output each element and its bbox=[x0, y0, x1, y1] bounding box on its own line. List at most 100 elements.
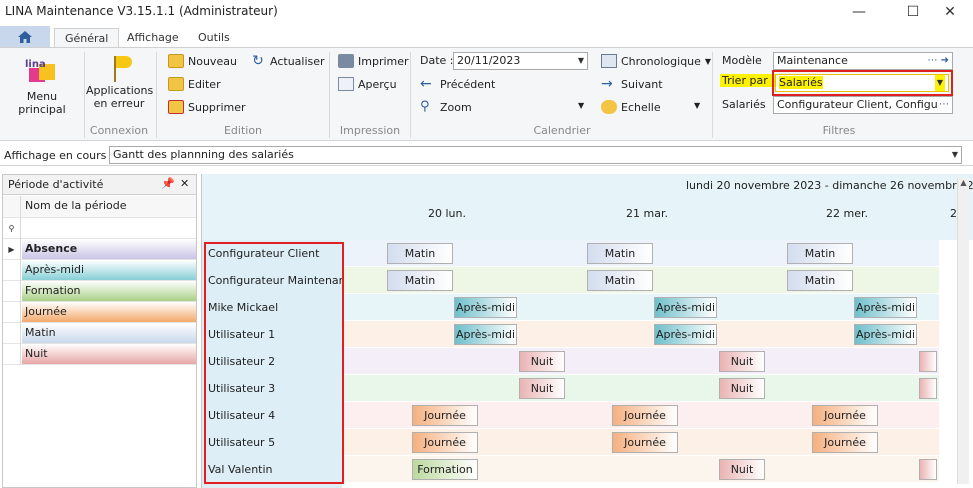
gantt-bar[interactable]: Nuit bbox=[519, 378, 565, 399]
menu-principal-button[interactable]: lina Menu principal bbox=[2, 54, 82, 116]
affichage-bar: Affichage en cours : Gantt des plannning… bbox=[0, 145, 973, 166]
vertical-scrollbar[interactable]: ▲ bbox=[957, 178, 969, 484]
row-indicator bbox=[3, 323, 21, 344]
column-header[interactable]: Nom de la période bbox=[22, 196, 196, 216]
gantt-row bbox=[342, 375, 939, 402]
gantt-bar[interactable]: Après-midi bbox=[854, 324, 917, 345]
highlight-box bbox=[772, 70, 953, 96]
tab-affichage[interactable]: Affichage bbox=[117, 28, 189, 48]
periode-label: Matin bbox=[22, 323, 196, 343]
imprimer-button[interactable]: Imprimer bbox=[338, 54, 409, 68]
group-label-calendrier: Calendrier bbox=[533, 124, 591, 137]
group-label-connexion: Connexion bbox=[89, 124, 149, 137]
nouveau-button[interactable]: Nouveau bbox=[168, 54, 237, 68]
precedent-button[interactable]: ← Précédent bbox=[420, 77, 495, 91]
periode-row[interactable]: Matin bbox=[3, 323, 196, 344]
gantt-bar[interactable]: Formation bbox=[412, 459, 478, 480]
close-button[interactable]: ✕ bbox=[927, 0, 973, 24]
edit-folder-icon bbox=[168, 77, 184, 91]
gantt-bar[interactable]: Matin bbox=[387, 243, 453, 264]
zoom-button[interactable]: ⚲ Zoom bbox=[420, 100, 472, 114]
home-button[interactable] bbox=[0, 26, 50, 48]
go-icon: ⋯ ➜ bbox=[927, 55, 949, 66]
ribbon: lina Menu principal Applications en erre… bbox=[0, 47, 973, 141]
date-label: Date : bbox=[420, 54, 454, 67]
flag-icon bbox=[104, 54, 134, 82]
date-picker[interactable]: 20/11/2023 ▼ bbox=[453, 52, 588, 70]
gantt-header: lundi 20 novembre 2023 - dimanche 26 nov… bbox=[202, 174, 973, 240]
modele-field[interactable]: Maintenance ⋯ ➜ bbox=[773, 52, 953, 70]
gantt-bar[interactable] bbox=[919, 351, 937, 372]
gantt-bar[interactable]: Journée bbox=[612, 405, 678, 426]
scale-icon bbox=[601, 100, 617, 114]
tab-gnral[interactable]: Général bbox=[54, 28, 120, 48]
gantt-bar[interactable]: Journée bbox=[812, 405, 878, 426]
calendar-icon bbox=[601, 54, 617, 68]
periode-label: Formation bbox=[22, 281, 196, 301]
panel-title: Période d'activité bbox=[8, 178, 104, 191]
gantt-bar[interactable]: Après-midi bbox=[854, 297, 917, 318]
gantt-bar[interactable]: Journée bbox=[812, 432, 878, 453]
echelle-button[interactable]: Echelle bbox=[601, 100, 661, 114]
pin-icon[interactable]: 📌 bbox=[161, 177, 175, 190]
periode-row[interactable]: Formation bbox=[3, 281, 196, 302]
gantt-chart: lundi 20 novembre 2023 - dimanche 26 nov… bbox=[201, 174, 973, 488]
gantt-bar[interactable]: Après-midi bbox=[654, 324, 717, 345]
gantt-bar[interactable]: Nuit bbox=[519, 351, 565, 372]
gantt-bar[interactable]: Après-midi bbox=[454, 297, 517, 318]
periode-row[interactable]: ▶ Absence bbox=[3, 239, 196, 260]
minimize-button[interactable]: — bbox=[836, 0, 882, 24]
salaries-field[interactable]: Configurateur Client, Configu... ⋯ bbox=[773, 96, 953, 114]
gantt-bar[interactable] bbox=[919, 459, 937, 480]
gantt-bar[interactable]: Après-midi bbox=[454, 324, 517, 345]
row-indicator bbox=[3, 344, 21, 365]
arrow-left-icon: ← bbox=[420, 76, 432, 92]
gantt-bar[interactable]: Nuit bbox=[719, 351, 765, 372]
supprimer-button[interactable]: Supprimer bbox=[168, 100, 246, 114]
window-title: LINA Maintenance V3.15.1.1 (Administrate… bbox=[5, 4, 278, 18]
gantt-row bbox=[342, 348, 939, 375]
periode-row[interactable]: Journée bbox=[3, 302, 196, 323]
day-label: 2 bbox=[950, 207, 957, 220]
row-indicator: ▶ bbox=[3, 239, 21, 260]
gantt-bar[interactable]: Nuit bbox=[719, 459, 765, 480]
gantt-bar[interactable]: Matin bbox=[587, 270, 653, 291]
modele-label: Modèle bbox=[722, 54, 762, 67]
scroll-up-icon[interactable]: ▲ bbox=[958, 178, 969, 187]
gantt-bar[interactable]: Journée bbox=[412, 405, 478, 426]
magnifier-icon: ⚲ bbox=[420, 99, 430, 114]
echelle-dropdown-icon[interactable]: ▼ bbox=[694, 101, 700, 110]
affichage-dropdown[interactable]: Gantt des plannning des salariés ▼ bbox=[109, 146, 962, 164]
zoom-dropdown-icon[interactable]: ▼ bbox=[578, 101, 584, 110]
home-icon bbox=[18, 31, 32, 43]
periode-row[interactable]: Après-midi bbox=[3, 260, 196, 281]
actualiser-button[interactable]: ↻ Actualiser bbox=[250, 54, 324, 68]
chronologique-button[interactable]: Chronologique ▼ bbox=[601, 54, 711, 68]
applications-en-erreur-button[interactable]: Applications en erreur bbox=[86, 54, 153, 110]
gantt-bar[interactable]: Journée bbox=[412, 432, 478, 453]
new-folder-icon bbox=[168, 54, 184, 68]
lina-logo: lina bbox=[25, 54, 59, 86]
day-label: 20 lun. bbox=[428, 207, 466, 220]
gantt-bar[interactable]: Journée bbox=[612, 432, 678, 453]
row-indicator bbox=[3, 302, 21, 323]
apercu-button[interactable]: Aperçu bbox=[338, 77, 397, 91]
periode-panel-header: Période d'activité 📌 ✕ bbox=[3, 175, 196, 195]
editer-button[interactable]: Editer bbox=[168, 77, 221, 91]
gantt-bar[interactable] bbox=[919, 378, 937, 399]
gantt-bar[interactable]: Matin bbox=[387, 270, 453, 291]
gantt-bar[interactable]: Matin bbox=[787, 270, 853, 291]
filter-row[interactable]: ⚲ bbox=[3, 218, 196, 239]
suivant-button[interactable]: → Suivant bbox=[601, 77, 663, 91]
periode-panel: Période d'activité 📌 ✕ Nom de la période… bbox=[2, 174, 197, 488]
close-icon[interactable]: ✕ bbox=[180, 177, 189, 190]
app-window: LINA Maintenance V3.15.1.1 (Administrate… bbox=[0, 0, 973, 488]
day-label: 22 mer. bbox=[826, 207, 868, 220]
gantt-bar[interactable]: Après-midi bbox=[654, 297, 717, 318]
gantt-bar[interactable]: Matin bbox=[787, 243, 853, 264]
gantt-bar[interactable]: Matin bbox=[587, 243, 653, 264]
affichage-label: Affichage en cours : bbox=[4, 149, 114, 162]
periode-row[interactable]: Nuit bbox=[3, 344, 196, 365]
tab-outils[interactable]: Outils bbox=[188, 28, 240, 48]
gantt-bar[interactable]: Nuit bbox=[719, 378, 765, 399]
